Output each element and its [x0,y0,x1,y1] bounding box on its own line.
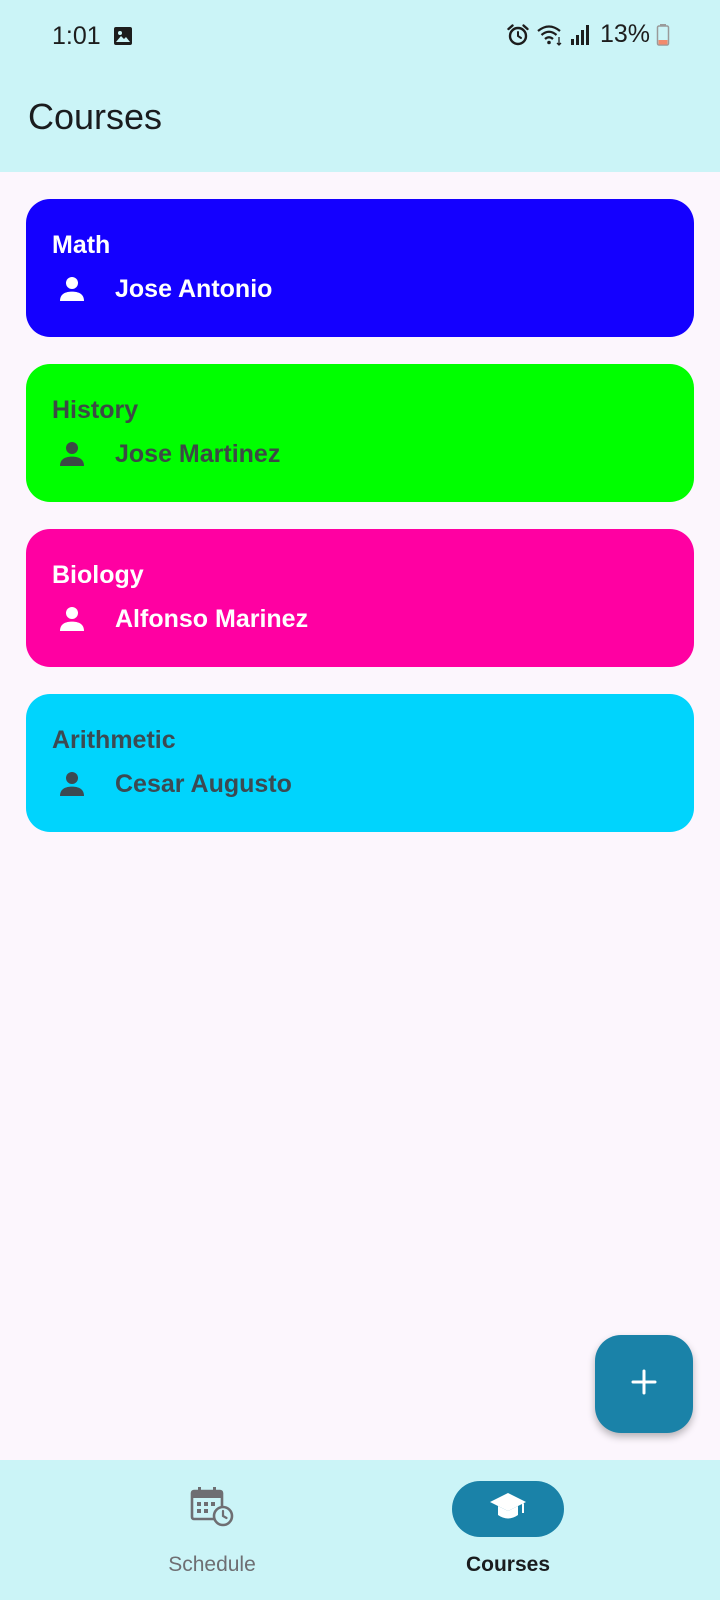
battery-icon [656,23,670,47]
nav-item-courses[interactable]: Courses [408,1460,608,1600]
gallery-icon [113,26,133,51]
person-icon [56,273,88,305]
nav-indicator-active [452,1481,564,1537]
page-title: Courses [28,96,163,137]
person-icon [56,603,88,635]
nav-item-schedule[interactable]: Schedule [112,1460,312,1600]
course-card[interactable]: Biology Alfonso Marinez [26,529,694,667]
bottom-navigation: Schedule Courses [0,1460,720,1600]
teacher-name: Jose Martinez [115,439,281,468]
course-name: Arithmetic [52,726,176,754]
top-app-bar: 1:01 13% Courses [0,0,720,172]
wifi-icon [536,23,564,47]
course-name: Biology [52,561,144,589]
course-list: Math Jose Antonio History Jose Martinez … [26,199,694,859]
status-time: 1:01 [52,22,101,50]
course-teacher-row: Cesar Augusto [56,768,292,800]
teacher-name: Alfonso Marinez [115,604,309,633]
calendar-clock-icon [189,1486,235,1533]
course-card[interactable]: History Jose Martinez [26,364,694,502]
graduation-cap-icon [489,1491,527,1528]
person-icon [56,438,88,470]
plus-icon [630,1368,658,1401]
nav-label-courses: Courses [465,1553,551,1576]
course-card[interactable]: Math Jose Antonio [26,199,694,337]
battery-percent: 13% [599,20,650,48]
nav-indicator [156,1481,268,1537]
alarm-icon [506,23,530,47]
course-teacher-row: Jose Martinez [56,438,280,470]
course-name: History [52,396,139,424]
course-name: Math [52,231,111,259]
status-icons: 13% [506,20,670,49]
course-card[interactable]: Arithmetic Cesar Augusto [26,694,694,832]
add-course-button[interactable] [595,1335,693,1433]
teacher-name: Cesar Augusto [115,769,292,798]
course-teacher-row: Alfonso Marinez [56,603,308,635]
course-teacher-row: Jose Antonio [56,273,272,305]
person-icon [56,768,88,800]
signal-icon [570,23,592,47]
teacher-name: Jose Antonio [115,274,273,303]
nav-label-schedule: Schedule [168,1553,256,1576]
